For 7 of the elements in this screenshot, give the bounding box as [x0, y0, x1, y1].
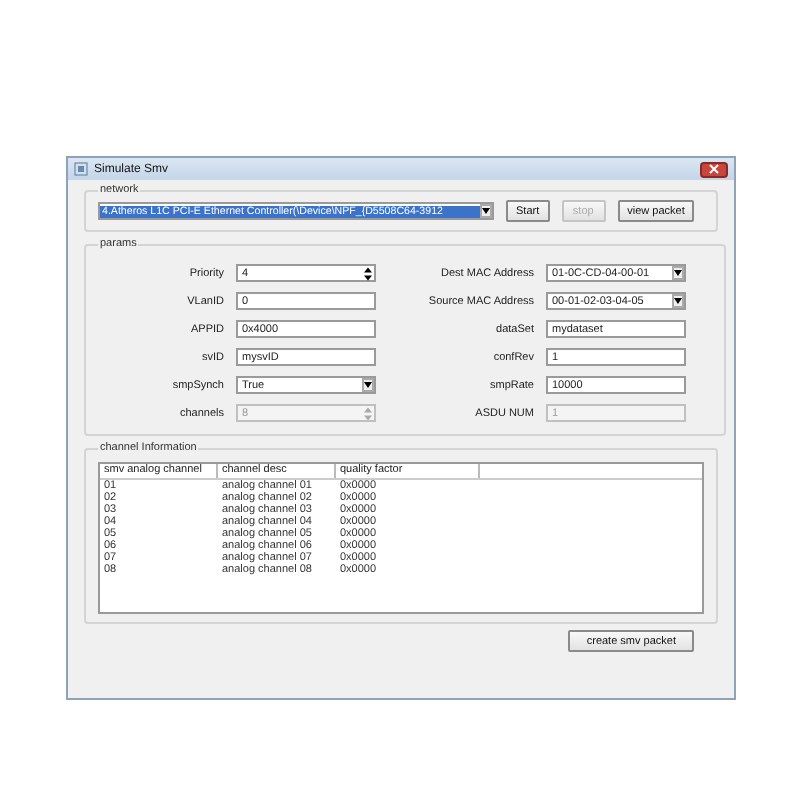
- spin-arrows-icon[interactable]: [364, 265, 374, 281]
- dropdown-arrow-icon[interactable]: [361, 378, 373, 392]
- dropdown-arrow-icon[interactable]: [671, 266, 683, 280]
- app-icon: [74, 162, 88, 176]
- dropdown-arrow-icon[interactable]: [671, 294, 683, 308]
- close-button[interactable]: [700, 161, 728, 177]
- close-icon: [708, 164, 720, 174]
